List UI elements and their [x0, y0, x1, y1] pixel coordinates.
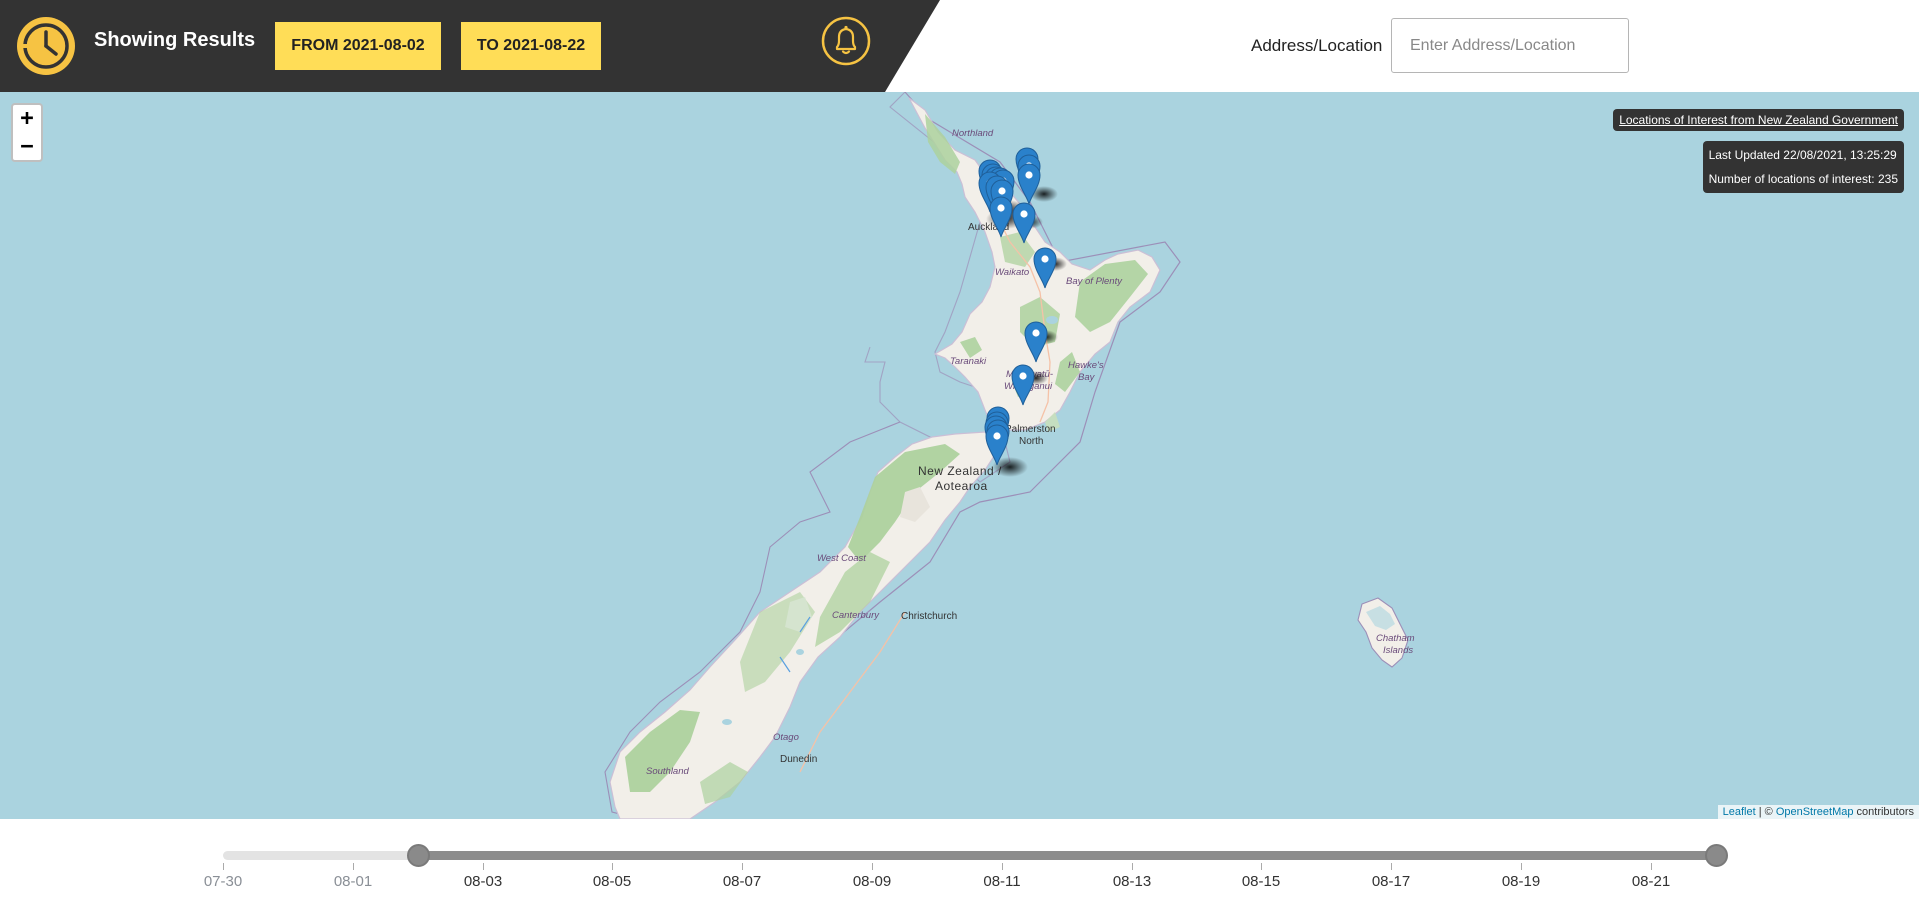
last-updated-text: Last Updated 22/08/2021, 13:25:29 — [1708, 148, 1897, 162]
zoom-in-button[interactable]: + — [11, 103, 43, 133]
slider-tick-label: 08-07 — [722, 873, 762, 890]
slider-tick — [1651, 863, 1652, 870]
label-palmerston-north-2: North — [1019, 436, 1043, 447]
slider-tick-label: 08-15 — [1241, 873, 1281, 890]
label-chatham-islands: Islands — [1383, 645, 1413, 656]
attribution-tail: contributors — [1853, 806, 1914, 818]
label-hawkes-bay: Hawke's — [1068, 360, 1104, 371]
slider-tick — [872, 863, 873, 870]
slider-tick-label: 08-21 — [1631, 873, 1671, 890]
leaflet-link[interactable]: Leaflet — [1723, 806, 1756, 818]
bell-icon[interactable] — [821, 16, 871, 66]
slider-selected-range — [419, 851, 1717, 860]
map-view[interactable]: Northland Auckland Waikato Bay of Plenty… — [0, 92, 1919, 819]
slider-tick-label: 07-30 — [203, 873, 243, 890]
slider-start-handle[interactable] — [407, 844, 430, 867]
clock-logo-icon — [17, 17, 75, 75]
address-label: Address/Location — [1251, 36, 1383, 55]
slider-tick — [483, 863, 484, 870]
to-date-button[interactable]: TO 2021-08-22 — [461, 22, 601, 70]
slider-end-handle[interactable] — [1705, 844, 1728, 867]
label-dunedin: Dunedin — [780, 754, 817, 765]
label-aotearoa: Aotearoa — [935, 479, 988, 493]
slider-tick-label: 08-09 — [852, 873, 892, 890]
slider-tick-label: 08-17 — [1371, 873, 1411, 890]
location-count-text: Number of locations of interest: 235 — [1708, 172, 1898, 186]
slider-tick — [612, 863, 613, 870]
slider-tick-label: 08-03 — [463, 873, 503, 890]
label-canterbury: Canterbury — [832, 610, 880, 621]
label-hawkes-bay-2: Bay — [1078, 372, 1096, 383]
map-stats-panel: Last Updated 22/08/2021, 13:25:29 Number… — [1702, 141, 1904, 193]
top-bar: Showing Results FROM 2021-08-02 TO 2021-… — [0, 0, 1919, 92]
label-northland: Northland — [952, 128, 994, 139]
label-west-coast: West Coast — [817, 553, 866, 564]
slider-tick-label: 08-13 — [1112, 873, 1152, 890]
page-title: Showing Results — [94, 29, 256, 51]
slider-tick — [1521, 863, 1522, 870]
map-attribution: Leaflet | © OpenStreetMap contributors — [1717, 805, 1919, 819]
slider-tick-label: 08-01 — [333, 873, 373, 890]
openstreetmap-link[interactable]: OpenStreetMap — [1776, 806, 1854, 818]
slider-tick-label: 08-11 — [983, 873, 1021, 890]
label-otago: Otago — [773, 732, 799, 743]
label-bay-of-plenty: Bay of Plenty — [1066, 276, 1123, 287]
slider-tick-label: 08-05 — [592, 873, 632, 890]
label-palmerston-north: Palmerston — [1005, 424, 1056, 435]
slider-tick — [1391, 863, 1392, 870]
slider-tick — [742, 863, 743, 870]
label-taranaki: Taranaki — [950, 356, 987, 367]
label-christchurch: Christchurch — [901, 611, 957, 622]
attribution-separator: | © — [1755, 806, 1776, 818]
zoom-out-button[interactable]: − — [11, 132, 43, 162]
map-tiles: Northland Auckland Waikato Bay of Plenty… — [604, 92, 1415, 819]
address-input[interactable] — [1391, 18, 1629, 73]
slider-tick-label: 08-19 — [1501, 873, 1541, 890]
slider-tick — [1002, 863, 1003, 870]
slider-tick — [223, 863, 224, 870]
from-date-button[interactable]: FROM 2021-08-02 — [275, 22, 441, 70]
label-southland: Southland — [646, 766, 690, 777]
slider-tick — [353, 863, 354, 870]
date-range-slider: 07-30 08-01 08-03 08-05 08-07 08-09 08-11 08-13… — [0, 819, 1919, 920]
slider-tick — [1132, 863, 1133, 870]
slider-tick — [1261, 863, 1262, 870]
label-chatham: Chatham — [1376, 633, 1415, 644]
label-waikato: Waikato — [995, 267, 1029, 278]
locations-of-interest-link[interactable]: Locations of Interest from New Zealand G… — [1613, 109, 1904, 131]
label-new-zealand: New Zealand / — [918, 464, 1002, 478]
